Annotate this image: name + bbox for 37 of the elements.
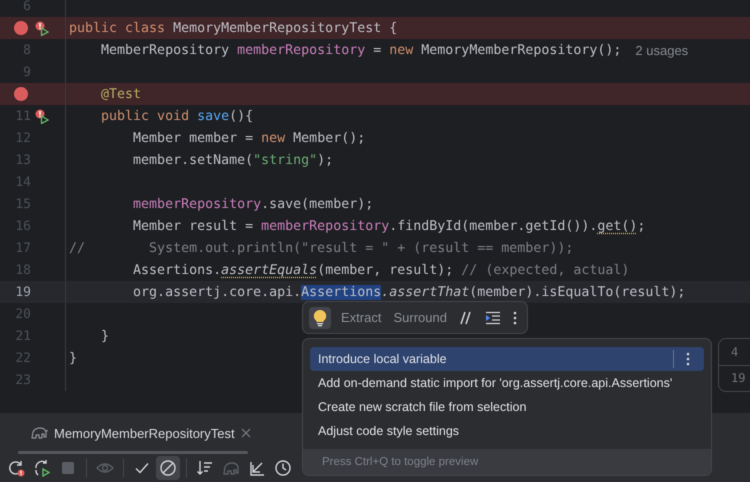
more-icon[interactable]: [512, 310, 517, 324]
usages-hint[interactable]: 2 usages: [635, 42, 688, 58]
lightbulb-icon[interactable]: [309, 306, 331, 328]
code-line: }: [69, 350, 78, 366]
code-line: }: [100, 328, 110, 344]
code-line: memberRepository.save(member);: [132, 196, 374, 212]
close-icon[interactable]: [240, 428, 251, 438]
breakpoint-icon[interactable]: [14, 21, 28, 35]
menu-item[interactable]: Adjust code style settings: [310, 419, 704, 443]
preview-cell-text: 4: [730, 344, 740, 361]
code-line: Member member = new Member();: [132, 130, 366, 146]
test-tab[interactable]: MemoryMemberRepositoryTest: [26, 418, 255, 448]
code-line: @Test: [100, 86, 142, 102]
code-line: MemberRepository memberRepository = new MemoryMemberRepository();: [100, 42, 622, 58]
code-line: Assertions.assertEquals(member, result); // (expected, actual): [132, 262, 630, 278]
code-line: public void save(){: [100, 108, 254, 124]
intention-action[interactable]: Extract: [339, 310, 384, 325]
code-line: // System.out.println("result = " + (result == member));: [69, 240, 574, 256]
run-error-icon[interactable]: [35, 20, 49, 36]
menu-item[interactable]: Create new scratch file from selection: [310, 395, 704, 419]
line-number: 19: [15, 284, 31, 300]
intention-action[interactable]: Surround: [391, 310, 449, 325]
preview-hint: Press Ctrl+Q to toggle preview: [322, 456, 478, 468]
format-icon[interactable]: [484, 310, 501, 324]
preview-cell: 19: [719, 364, 750, 391]
more-icon[interactable]: [686, 352, 690, 366]
run-error-icon[interactable]: [35, 108, 49, 124]
breakpoint-icon[interactable]: [14, 87, 28, 101]
code-line: member.setName("string");: [132, 152, 334, 168]
code-line: public class MemoryMemberRepositoryTest {: [69, 20, 398, 36]
code-line: org.assertj.core.api.Assertions.assertThat(member).isEqualTo(result);: [132, 284, 686, 300]
comment-icon[interactable]: [458, 310, 473, 324]
code-line: Member result = memberRepository.findById(member.getId()).get();: [132, 218, 646, 234]
elephant-icon: [30, 426, 48, 440]
scrollbar[interactable]: [18, 451, 248, 454]
prohibited-icon[interactable]: [156, 456, 180, 480]
menu-item[interactable]: Add on-demand static import for 'org.assertj.core.api.Assertions': [310, 371, 704, 395]
